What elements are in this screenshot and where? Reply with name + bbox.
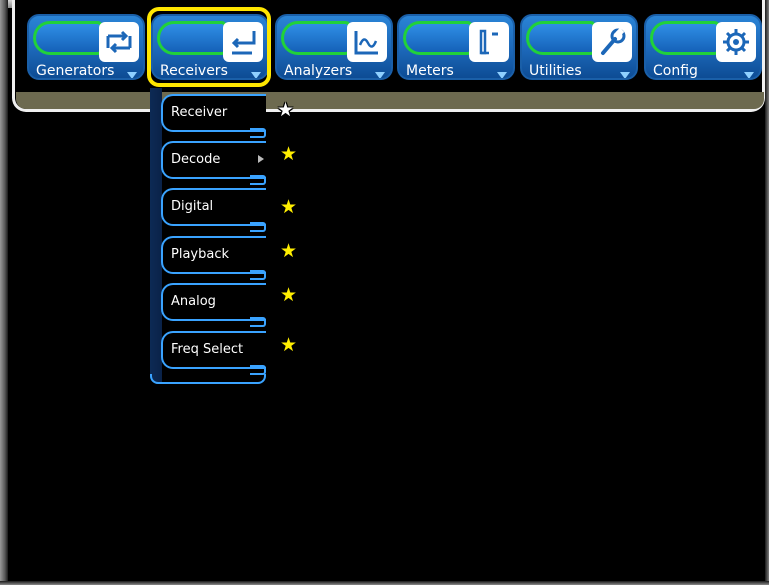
menu-item-playback[interactable]: Playback xyxy=(161,236,266,280)
analyzers-icon xyxy=(347,22,387,62)
menu-item-freq-select[interactable]: Freq Select xyxy=(161,331,266,375)
star-icon: ★ xyxy=(280,334,298,356)
window-bottom-edge xyxy=(0,581,769,585)
menu-item-label: Digital xyxy=(171,199,214,214)
menu-item-tab xyxy=(250,270,266,280)
star-icon: ★ xyxy=(280,240,298,262)
menu-item-decode[interactable]: Decode xyxy=(161,141,266,185)
submenu-arrow-icon xyxy=(258,155,264,163)
star-icon: ★ xyxy=(280,284,298,306)
dropdown-bottom-edge xyxy=(150,374,266,384)
chevron-down-icon xyxy=(375,72,385,78)
window-left-edge xyxy=(0,0,8,585)
utilities-button[interactable]: Utilities xyxy=(520,14,638,80)
generators-label: Generators xyxy=(36,63,115,79)
instrument-screen: Generators Receivers Analyzers Meters Ut… xyxy=(0,0,769,585)
dropdown-spine xyxy=(150,88,162,384)
menu-item-digital[interactable]: Digital xyxy=(161,188,266,232)
menu-item-tab xyxy=(250,128,266,138)
menu-item-receiver[interactable]: Receiver xyxy=(161,94,266,138)
selection-highlight xyxy=(147,7,271,87)
chevron-down-icon xyxy=(127,72,137,78)
receivers-dropdown: Receiver Decode Digital Playback Analog … xyxy=(150,88,268,384)
menu-item-tab xyxy=(250,175,266,185)
wrench-icon xyxy=(592,22,632,62)
button-glow xyxy=(281,21,351,55)
menu-item-tab xyxy=(250,317,266,327)
star-icon: ★ xyxy=(280,196,298,218)
menu-item-label: Analog xyxy=(171,294,216,309)
button-glow xyxy=(403,21,473,55)
menu-item-label: Playback xyxy=(171,247,230,262)
analyzers-label: Analyzers xyxy=(284,63,353,79)
menu-item-label: Receiver xyxy=(171,105,228,120)
menu-item-label: Freq Select xyxy=(171,342,244,357)
menu-item-label: Decode xyxy=(171,152,221,167)
star-outline-icon: ★ xyxy=(277,99,295,121)
star-icon: ★ xyxy=(280,143,298,165)
button-glow xyxy=(650,21,720,55)
menu-item-analog[interactable]: Analog xyxy=(161,283,266,327)
config-label: Config xyxy=(653,63,698,79)
meters-icon xyxy=(469,22,509,62)
config-button[interactable]: Config xyxy=(644,14,762,80)
chevron-down-icon xyxy=(497,72,507,78)
meters-button[interactable]: Meters xyxy=(397,14,515,80)
button-glow xyxy=(526,21,596,55)
gear-icon xyxy=(716,22,756,62)
menu-item-tab xyxy=(250,222,266,232)
meters-label: Meters xyxy=(406,63,454,79)
analyzers-button[interactable]: Analyzers xyxy=(275,14,393,80)
window-right-edge xyxy=(765,0,769,585)
button-glow xyxy=(33,21,103,55)
chevron-down-icon xyxy=(620,72,630,78)
generators-icon xyxy=(99,22,139,62)
chevron-down-icon xyxy=(744,72,754,78)
toolbar-strip xyxy=(16,92,764,109)
utilities-label: Utilities xyxy=(529,63,582,79)
generators-button[interactable]: Generators xyxy=(27,14,145,80)
